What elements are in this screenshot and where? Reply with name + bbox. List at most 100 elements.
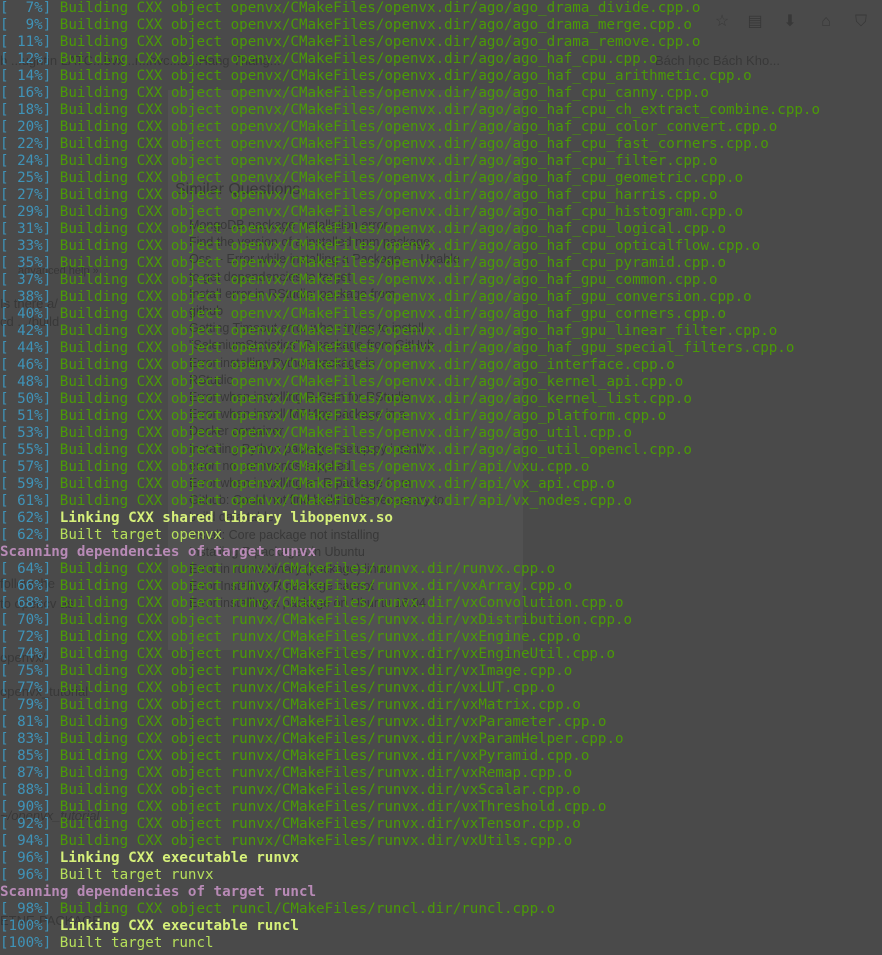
- terminal-message: Building CXX object openvx/CMakeFiles/op…: [59, 357, 675, 373]
- terminal-line-building: [ 61%] Building CXX object openvx/CMakeF…: [0, 493, 882, 510]
- progress-percent: [ 42%]: [0, 323, 52, 339]
- progress-percent: [ 35%]: [0, 255, 52, 271]
- terminal-line-building: [ 48%] Building CXX object openvx/CMakeF…: [0, 374, 882, 391]
- terminal-message: Building CXX object openvx/CMakeFiles/op…: [59, 306, 727, 322]
- progress-percent: [100%]: [0, 918, 52, 934]
- terminal-message: Building CXX object runvx/CMakeFiles/run…: [59, 595, 624, 611]
- terminal-message: Building CXX object openvx/CMakeFiles/op…: [59, 425, 633, 441]
- terminal-line-building: [ 12%] Building CXX object openvx/CMakeF…: [0, 51, 882, 68]
- progress-percent: [ 44%]: [0, 340, 52, 356]
- progress-percent: [ 57%]: [0, 459, 52, 475]
- terminal-line-building: [ 88%] Building CXX object runvx/CMakeFi…: [0, 782, 882, 799]
- terminal-line-building: [ 98%] Building CXX object runcl/CMakeFi…: [0, 901, 882, 918]
- progress-percent: [ 81%]: [0, 714, 52, 730]
- terminal-line-building: [ 81%] Building CXX object runvx/CMakeFi…: [0, 714, 882, 731]
- progress-percent: [ 11%]: [0, 34, 52, 50]
- terminal-line-building: [ 42%] Building CXX object openvx/CMakeF…: [0, 323, 882, 340]
- progress-percent: [ 38%]: [0, 289, 52, 305]
- terminal-message: Linking CXX executable runcl: [59, 918, 299, 934]
- terminal-message: Building CXX object openvx/CMakeFiles/op…: [59, 289, 752, 305]
- terminal-message: Building CXX object openvx/CMakeFiles/op…: [59, 68, 752, 84]
- terminal-message: Building CXX object openvx/CMakeFiles/op…: [59, 408, 667, 424]
- terminal-line-building: [ 25%] Building CXX object openvx/CMakeF…: [0, 170, 882, 187]
- terminal-message: Building CXX object runvx/CMakeFiles/run…: [59, 816, 581, 832]
- progress-percent: [ 92%]: [0, 816, 52, 832]
- progress-percent: [ 62%]: [0, 510, 52, 526]
- progress-percent: [ 51%]: [0, 408, 52, 424]
- progress-percent: [ 18%]: [0, 102, 52, 118]
- progress-percent: [ 77%]: [0, 680, 52, 696]
- progress-percent: [ 59%]: [0, 476, 52, 492]
- terminal-message: Building CXX object runvx/CMakeFiles/run…: [59, 561, 556, 577]
- progress-percent: [ 22%]: [0, 136, 52, 152]
- progress-percent: [ 66%]: [0, 578, 52, 594]
- progress-percent: [ 87%]: [0, 765, 52, 781]
- progress-percent: [ 96%]: [0, 867, 52, 883]
- terminal-message: Building CXX object runvx/CMakeFiles/run…: [59, 833, 573, 849]
- progress-percent: [ 61%]: [0, 493, 52, 509]
- terminal-message: Building CXX object openvx/CMakeFiles/op…: [59, 17, 692, 33]
- terminal-line-building: [ 9%] Building CXX object openvx/CMakeFi…: [0, 17, 882, 34]
- terminal-line-built: [ 96%] Built target runvx: [0, 867, 882, 884]
- terminal-message: Building CXX object openvx/CMakeFiles/op…: [59, 391, 692, 407]
- terminal-line-building: [ 22%] Building CXX object openvx/CMakeF…: [0, 136, 882, 153]
- terminal-line-building: [ 35%] Building CXX object openvx/CMakeF…: [0, 255, 882, 272]
- terminal-line-building: [ 70%] Building CXX object runvx/CMakeFi…: [0, 612, 882, 629]
- terminal-line-scanning: Scanning dependencies of target runvx: [0, 544, 882, 561]
- terminal-line-building: [ 14%] Building CXX object openvx/CMakeF…: [0, 68, 882, 85]
- terminal-message: Built target openvx: [59, 527, 223, 543]
- progress-percent: [ 62%]: [0, 527, 52, 543]
- progress-percent: [ 20%]: [0, 119, 52, 135]
- terminal-line-building: [ 37%] Building CXX object openvx/CMakeF…: [0, 272, 882, 289]
- progress-percent: [ 88%]: [0, 782, 52, 798]
- progress-percent: [ 29%]: [0, 204, 52, 220]
- terminal-message: Building CXX object runvx/CMakeFiles/run…: [59, 765, 573, 781]
- progress-percent: [ 16%]: [0, 85, 52, 101]
- terminal-line-building: [ 59%] Building CXX object openvx/CMakeF…: [0, 476, 882, 493]
- terminal-line-scanning: Scanning dependencies of target runcl: [0, 884, 882, 901]
- terminal-line-building: [ 27%] Building CXX object openvx/CMakeF…: [0, 187, 882, 204]
- terminal-line-building: [ 20%] Building CXX object openvx/CMakeF…: [0, 119, 882, 136]
- terminal-line-building: [ 79%] Building CXX object runvx/CMakeFi…: [0, 697, 882, 714]
- terminal-message: Scanning dependencies of target runcl: [0, 884, 317, 900]
- terminal-message: Building CXX object openvx/CMakeFiles/op…: [59, 272, 718, 288]
- terminal-line-building: [ 29%] Building CXX object openvx/CMakeF…: [0, 204, 882, 221]
- terminal-line-building: [ 7%] Building CXX object openvx/CMakeFi…: [0, 0, 882, 17]
- progress-percent: [ 85%]: [0, 748, 52, 764]
- progress-percent: [ 40%]: [0, 306, 52, 322]
- terminal-message: Building CXX object openvx/CMakeFiles/op…: [59, 102, 820, 118]
- terminal-line-building: [ 38%] Building CXX object openvx/CMakeF…: [0, 289, 882, 306]
- progress-percent: [ 7%]: [0, 0, 52, 16]
- terminal-line-building: [ 51%] Building CXX object openvx/CMakeF…: [0, 408, 882, 425]
- terminal-line-built: [100%] Built target runcl: [0, 935, 882, 952]
- progress-percent: [ 27%]: [0, 187, 52, 203]
- progress-percent: [ 94%]: [0, 833, 52, 849]
- terminal-line-linking: [100%] Linking CXX executable runcl: [0, 918, 882, 935]
- terminal-line-building: [ 55%] Building CXX object openvx/CMakeF…: [0, 442, 882, 459]
- terminal-line-building: [ 83%] Building CXX object runvx/CMakeFi…: [0, 731, 882, 748]
- terminal-message: Building CXX object openvx/CMakeFiles/op…: [59, 340, 795, 356]
- terminal-message: Building CXX object runvx/CMakeFiles/run…: [59, 629, 581, 645]
- progress-percent: [ 53%]: [0, 425, 52, 441]
- terminal-message: Building CXX object runvx/CMakeFiles/run…: [59, 799, 607, 815]
- terminal-line-building: [ 46%] Building CXX object openvx/CMakeF…: [0, 357, 882, 374]
- terminal-line-building: [ 92%] Building CXX object runvx/CMakeFi…: [0, 816, 882, 833]
- progress-percent: [ 12%]: [0, 51, 52, 67]
- terminal-line-building: [ 18%] Building CXX object openvx/CMakeF…: [0, 102, 882, 119]
- terminal-message: Building CXX object openvx/CMakeFiles/op…: [59, 136, 769, 152]
- progress-percent: [ 33%]: [0, 238, 52, 254]
- terminal-output: [ 7%] Building CXX object openvx/CMakeFi…: [0, 0, 882, 955]
- progress-percent: [ 50%]: [0, 391, 52, 407]
- progress-percent: [ 46%]: [0, 357, 52, 373]
- terminal-line-building: [ 66%] Building CXX object runvx/CMakeFi…: [0, 578, 882, 595]
- terminal-line-building: [ 31%] Building CXX object openvx/CMakeF…: [0, 221, 882, 238]
- terminal-message: Building CXX object runvx/CMakeFiles/run…: [59, 680, 556, 696]
- progress-percent: [ 83%]: [0, 731, 52, 747]
- terminal-line-building: [ 64%] Building CXX object runvx/CMakeFi…: [0, 561, 882, 578]
- terminal-message: Building CXX object openvx/CMakeFiles/op…: [59, 51, 658, 67]
- terminal-line-building: [ 33%] Building CXX object openvx/CMakeF…: [0, 238, 882, 255]
- progress-percent: [ 96%]: [0, 850, 52, 866]
- progress-percent: [ 74%]: [0, 646, 52, 662]
- progress-percent: [ 72%]: [0, 629, 52, 645]
- progress-percent: [ 14%]: [0, 68, 52, 84]
